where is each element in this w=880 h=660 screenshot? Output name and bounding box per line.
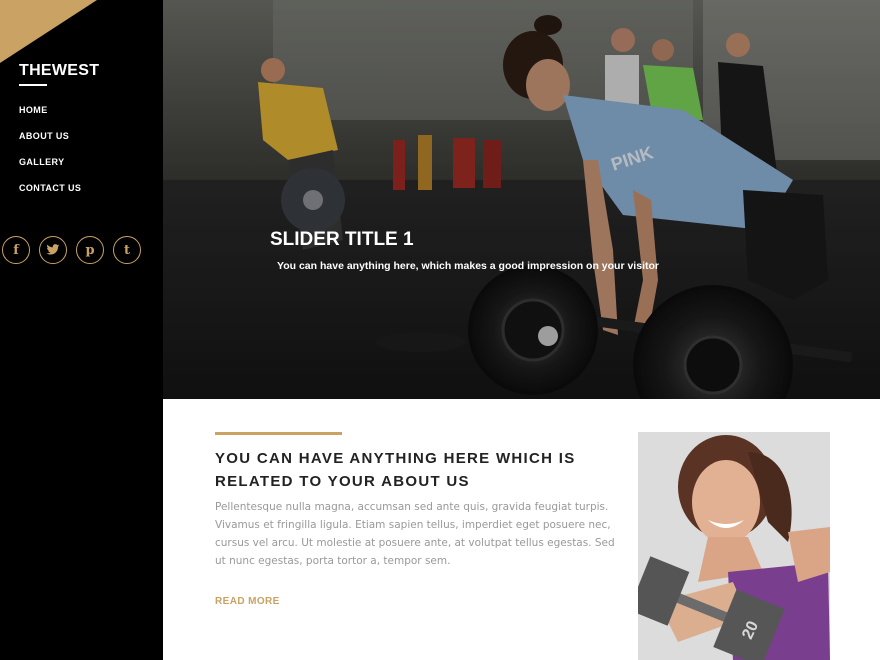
about-heading: YOU CAN HAVE ANYTHING HERE WHICH IS RELA…: [215, 450, 576, 490]
nav-item-contact-us[interactable]: CONTACT US: [19, 183, 81, 193]
nav-item-gallery[interactable]: GALLERY: [19, 157, 64, 167]
hero-slider: PINK SLIDER TITLE 1 You can have anythin…: [163, 0, 880, 399]
facebook-icon[interactable]: f: [2, 236, 30, 264]
sidebar: THEWEST HOME ABOUT US GALLERY CONTACT US…: [0, 0, 163, 660]
twitter-icon[interactable]: [39, 236, 67, 264]
slider-photo: PINK: [163, 0, 880, 399]
about-body: Pellentesque nulla magna, accumsan sed a…: [215, 501, 615, 567]
social-links: f p t: [2, 236, 141, 264]
pinterest-icon[interactable]: p: [76, 236, 104, 264]
slider-title: SLIDER TITLE 1: [270, 229, 414, 250]
read-more-link[interactable]: READ MORE: [215, 596, 280, 607]
about-accent-line: [215, 432, 342, 435]
tumblr-icon[interactable]: t: [113, 236, 141, 264]
logo-underline: [19, 84, 47, 86]
site-logo[interactable]: THEWEST: [19, 62, 99, 80]
woman-dumbbell-photo: 20: [638, 432, 830, 660]
nav-item-home[interactable]: HOME: [19, 105, 48, 115]
main-nav: HOME ABOUT US GALLERY CONTACT US: [19, 103, 81, 207]
about-image: 20: [638, 432, 830, 660]
corner-accent: [0, 0, 97, 63]
twitter-bird-glyph: [46, 244, 60, 255]
nav-item-about-us[interactable]: ABOUT US: [19, 131, 69, 141]
slider-subtitle: You can have anything here, which makes …: [277, 260, 659, 272]
